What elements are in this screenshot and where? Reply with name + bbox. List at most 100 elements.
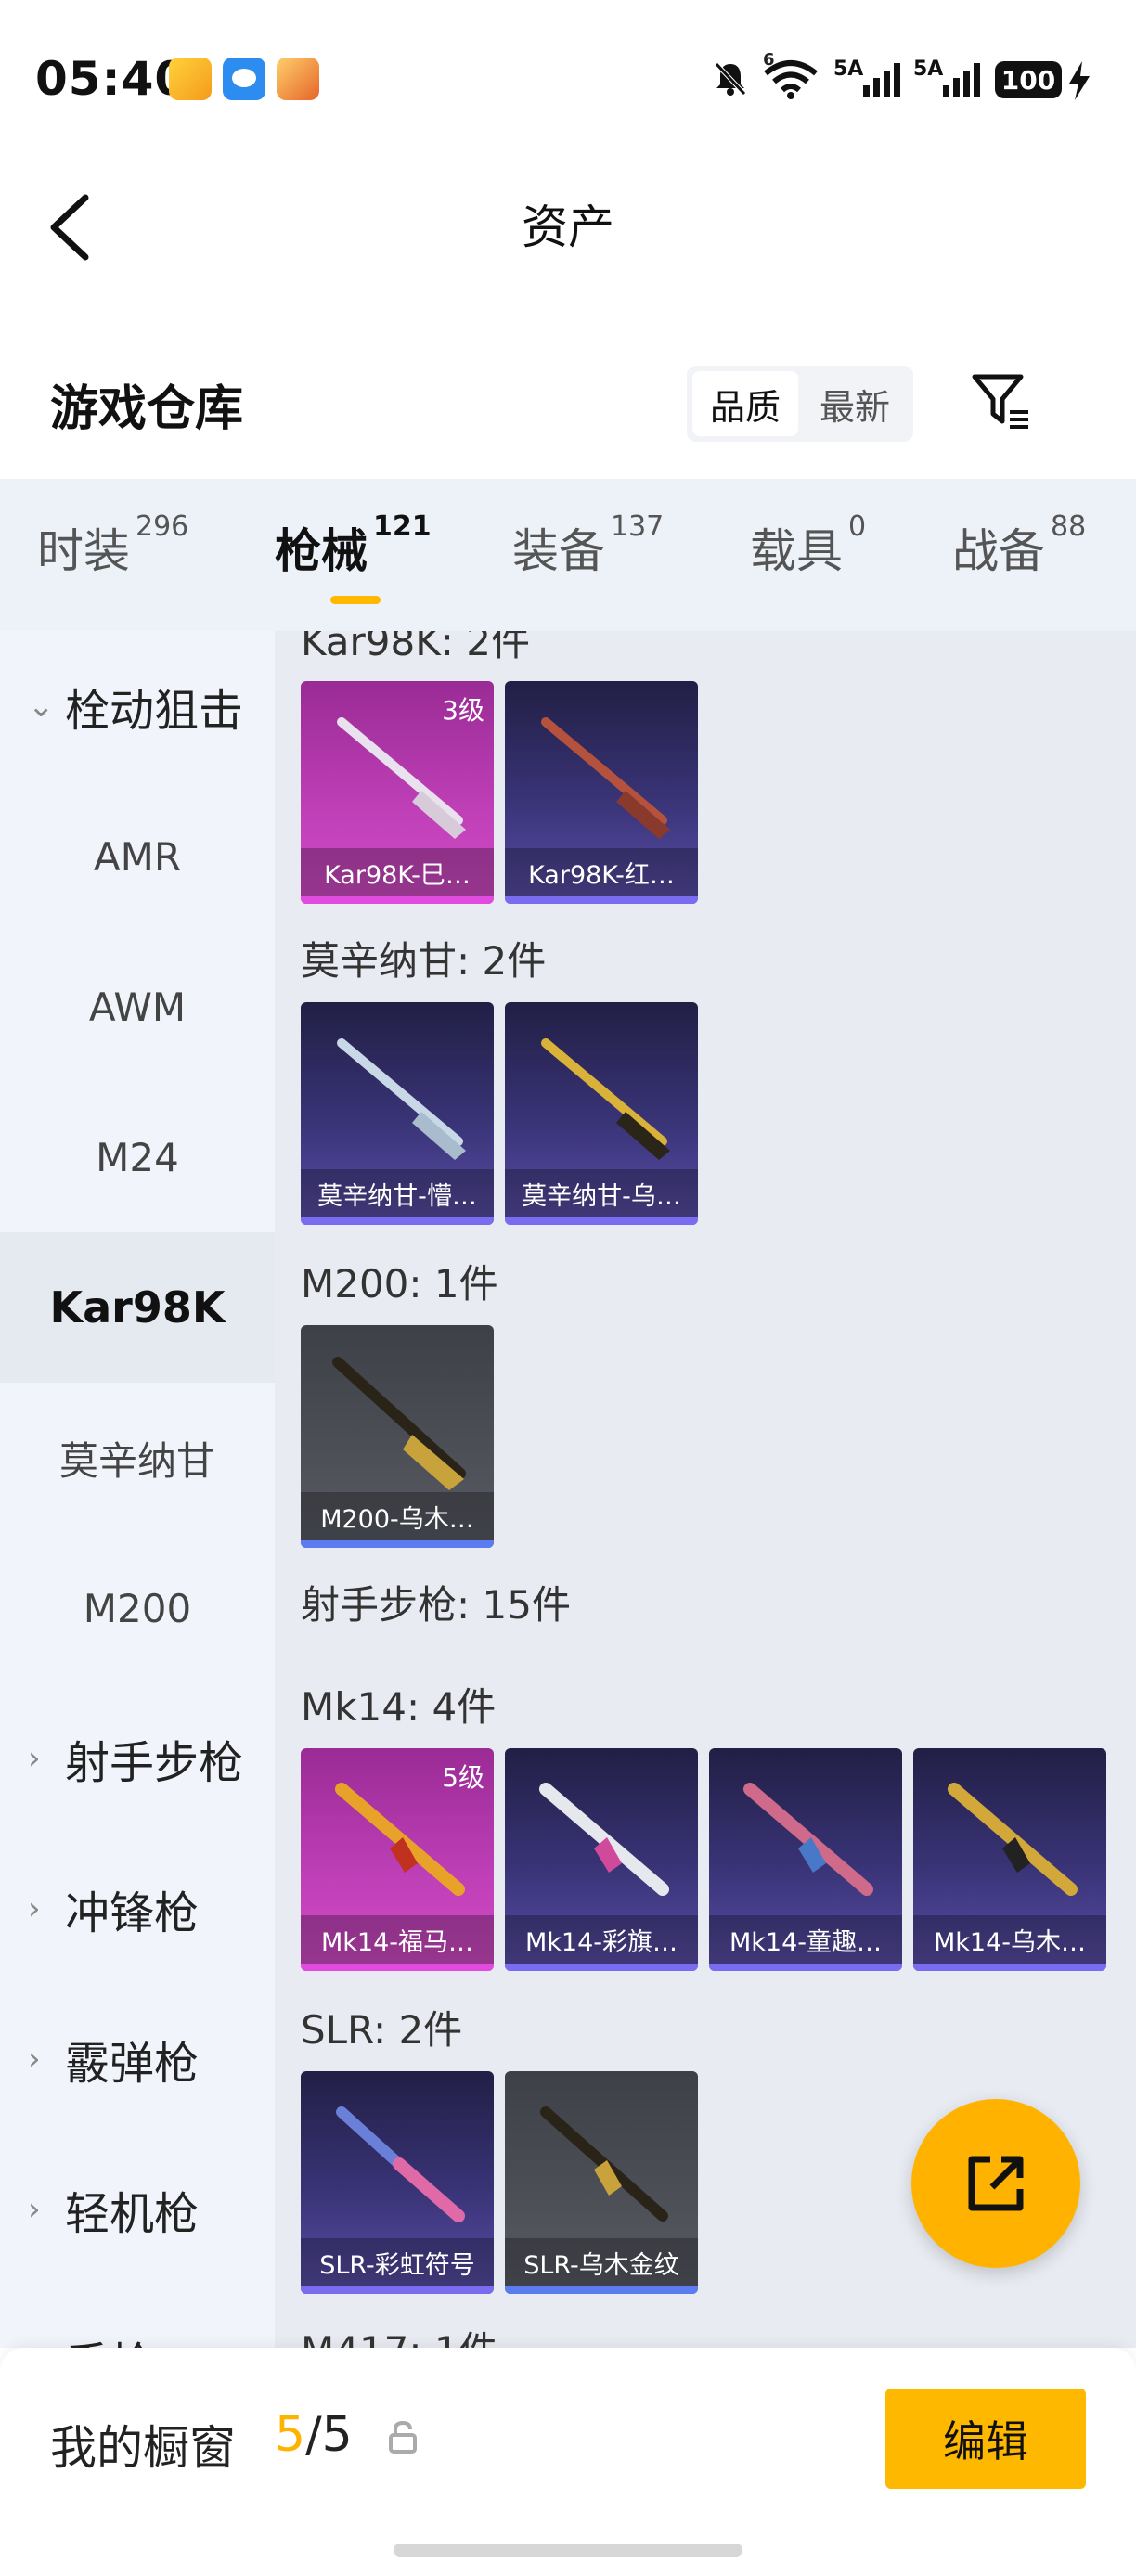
skin-name: SLR-乌木金纹 bbox=[505, 2238, 698, 2286]
sidebar-group-label: 栓动狙击 bbox=[65, 685, 244, 737]
share-icon bbox=[968, 2156, 1024, 2211]
rarity-bar bbox=[505, 896, 698, 904]
sort-toggle: 品质 最新 bbox=[687, 366, 913, 442]
skin-card[interactable]: SLR-乌木金纹 bbox=[505, 2071, 698, 2294]
section-title: 射手步枪: 15件 bbox=[301, 1582, 571, 1628]
status-time: 05:40 bbox=[35, 52, 188, 106]
skin-card[interactable]: Kar98K-红… bbox=[505, 681, 698, 904]
sidebar-item-awm[interactable]: AWM bbox=[0, 932, 275, 1082]
weapon-sidebar: ⌄ 栓动狙击 AMR AWM M24 Kar98K 莫辛纳甘 M200 › 射手步枪… bbox=[0, 631, 275, 2390]
rarity-bar bbox=[505, 2286, 698, 2294]
showcase-count: 5/5 bbox=[275, 2407, 353, 2463]
charging-icon bbox=[1067, 61, 1091, 104]
sort-quality-button[interactable]: 品质 bbox=[692, 371, 798, 436]
tab-equipment[interactable]: 装备 137 bbox=[512, 510, 664, 581]
sidebar-item-m200[interactable]: M200 bbox=[0, 1533, 275, 1683]
signal-icon-1: 5A bbox=[832, 58, 906, 100]
battery-icon: 100 bbox=[995, 61, 1062, 98]
wifi-label: 6 bbox=[763, 50, 775, 70]
rarity-bar bbox=[913, 1964, 1106, 1971]
game-notification-icon bbox=[277, 58, 319, 100]
chevron-right-icon: › bbox=[28, 1740, 41, 1777]
rarity-bar bbox=[301, 896, 494, 904]
rarity-bar bbox=[505, 1217, 698, 1225]
sidebar-item-amr[interactable]: AMR bbox=[0, 781, 275, 932]
skin-name: Kar98K-巳… bbox=[301, 848, 494, 896]
skin-card[interactable]: 3级 Kar98K-巳… bbox=[301, 681, 494, 904]
chevron-right-icon: › bbox=[28, 2191, 41, 2228]
rarity-bar bbox=[301, 1540, 494, 1548]
edit-button[interactable]: 编辑 bbox=[885, 2389, 1086, 2489]
skin-name: SLR-彩虹符号 bbox=[301, 2238, 494, 2286]
showcase-count-total: /5 bbox=[305, 2407, 353, 2463]
sidebar-item-m24[interactable]: M24 bbox=[0, 1082, 275, 1232]
home-indicator[interactable] bbox=[394, 2544, 742, 2557]
skin-name: 莫辛纳甘-懵… bbox=[301, 1169, 494, 1217]
signal-icon-2: 5A bbox=[911, 58, 986, 100]
tab-count: 296 bbox=[136, 510, 189, 543]
tab-fashion[interactable]: 时装 296 bbox=[37, 510, 188, 581]
section-title: Mk14: 4件 bbox=[301, 1684, 497, 1730]
active-tab-indicator bbox=[330, 596, 381, 604]
level-badge: 5级 bbox=[442, 1762, 484, 1793]
tab-supplies[interactable]: 战备 88 bbox=[952, 510, 1086, 581]
sidebar-group-shotgun[interactable]: › 霰弹枪 bbox=[0, 1984, 275, 2134]
tab-count: 137 bbox=[611, 510, 665, 543]
skin-name: Mk14-福马… bbox=[301, 1915, 494, 1964]
tab-label: 装备 bbox=[512, 524, 605, 578]
filter-icon[interactable] bbox=[971, 371, 1032, 432]
tab-count: 88 bbox=[1051, 510, 1087, 543]
showcase-label: 我的橱窗 bbox=[50, 2421, 236, 2475]
tab-label: 枪械 bbox=[275, 524, 368, 578]
rarity-bar bbox=[301, 2286, 494, 2294]
skin-card[interactable]: 莫辛纳甘-乌… bbox=[505, 1002, 698, 1225]
chevron-right-icon: › bbox=[28, 1890, 41, 1927]
sidebar-group-marksman[interactable]: › 射手步枪 bbox=[0, 1683, 275, 1834]
section-title: SLR: 2件 bbox=[301, 2007, 463, 2053]
tab-firearms[interactable]: 枪械 121 bbox=[275, 510, 432, 581]
sidebar-item-mosin[interactable]: 莫辛纳甘 bbox=[0, 1383, 275, 1533]
tab-label: 时装 bbox=[37, 524, 130, 578]
chevron-down-icon: ⌄ bbox=[28, 688, 55, 725]
sidebar-group-label: 射手步枪 bbox=[65, 1737, 244, 1789]
skin-card[interactable]: 莫辛纳甘-懵… bbox=[301, 1002, 494, 1225]
rarity-bar bbox=[505, 1964, 698, 1971]
rarity-bar bbox=[301, 1964, 494, 1971]
showcase-count-current: 5 bbox=[275, 2407, 306, 2463]
skin-name: M200-乌木… bbox=[301, 1492, 494, 1540]
category-tabs: 时装 296 枪械 121 装备 137 载具 0 战备 88 bbox=[0, 479, 1136, 631]
warehouse-title: 游戏仓库 bbox=[50, 381, 244, 437]
skin-card[interactable]: SLR-彩虹符号 bbox=[301, 2071, 494, 2294]
weapon-grid: Kar98K: 2件 3级 Kar98K-巳… Kar98K-红… 莫辛纳甘: … bbox=[275, 631, 1136, 2348]
rarity-bar bbox=[709, 1964, 902, 1971]
skin-name: 莫辛纳甘-乌… bbox=[505, 1169, 698, 1217]
share-button[interactable] bbox=[911, 2099, 1080, 2268]
tab-count: 0 bbox=[848, 510, 867, 543]
skin-name: Mk14-彩旗… bbox=[505, 1915, 698, 1964]
skin-name: Mk14-乌木… bbox=[913, 1915, 1106, 1964]
sidebar-item-kar98k[interactable]: Kar98K bbox=[0, 1232, 275, 1383]
section-title: M200: 1件 bbox=[301, 1261, 498, 1307]
chevron-right-icon: › bbox=[28, 2041, 41, 2078]
tab-label: 战备 bbox=[952, 524, 1045, 578]
skin-card[interactable]: Mk14-乌木… bbox=[913, 1748, 1106, 1971]
section-title: 莫辛纳甘: 2件 bbox=[301, 938, 547, 984]
sidebar-group-bolt-action[interactable]: ⌄ 栓动狙击 bbox=[0, 631, 275, 781]
lock-icon bbox=[386, 2420, 420, 2454]
skin-card[interactable]: M200-乌木… bbox=[301, 1325, 494, 1548]
skin-card[interactable]: 5级 Mk14-福马… bbox=[301, 1748, 494, 1971]
skin-card[interactable]: Mk14-彩旗… bbox=[505, 1748, 698, 1971]
skin-name: Kar98K-红… bbox=[505, 848, 698, 896]
sidebar-group-smg[interactable]: › 冲锋枪 bbox=[0, 1834, 275, 1984]
status-bar: 05:40 6 5A 5A 100 bbox=[0, 0, 1136, 139]
tab-vehicles[interactable]: 载具 0 bbox=[750, 510, 866, 581]
mute-icon bbox=[711, 58, 750, 100]
message-notification-icon bbox=[223, 58, 265, 100]
tab-label: 载具 bbox=[750, 524, 843, 578]
app-notification-icon bbox=[169, 58, 212, 100]
sort-newest-button[interactable]: 最新 bbox=[802, 371, 908, 436]
sidebar-group-lmg[interactable]: › 轻机枪 bbox=[0, 2134, 275, 2285]
sidebar-group-label: 霰弹枪 bbox=[65, 2038, 200, 2090]
skin-name: Mk14-童趣… bbox=[709, 1915, 902, 1964]
skin-card[interactable]: Mk14-童趣… bbox=[709, 1748, 902, 1971]
